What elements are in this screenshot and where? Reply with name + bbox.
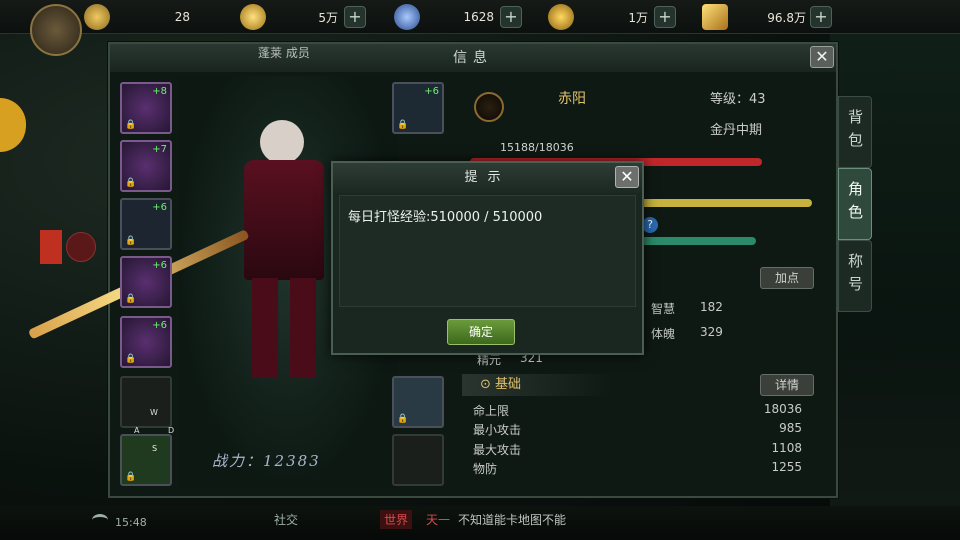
stat-label: 最大攻击 [473, 443, 522, 457]
tab-backpack[interactable]: 背包 [838, 96, 872, 168]
close-icon[interactable]: ✕ [615, 166, 639, 188]
basic-section-header: ⊙ 基础 [462, 374, 612, 396]
event-icon[interactable] [66, 232, 96, 262]
character-name: 赤阳 [558, 91, 586, 107]
resource-gold: 5万 + [240, 4, 380, 30]
resource-gold-value: 5万 [318, 10, 338, 25]
equip-slot-orb[interactable]: 🔒 [392, 376, 444, 428]
wifi-icon [92, 514, 108, 526]
character-realm: 金丹中期 [710, 123, 763, 138]
add-points-button[interactable]: 加点 [760, 267, 814, 289]
stat-label: 物防 [473, 462, 498, 476]
dpad-down-key: S [152, 444, 158, 453]
gold-coin-icon [240, 4, 266, 30]
player-avatar[interactable] [30, 4, 82, 56]
equip-slot-armor[interactable]: +7 🔒 [120, 140, 172, 192]
add-gold-button[interactable]: + [344, 6, 366, 28]
character-leg-left [252, 278, 278, 378]
lock-icon: 🔒 [125, 120, 137, 130]
guild-tag: 蓬莱 成员 [258, 46, 310, 60]
ingot-icon [84, 4, 110, 30]
resource-goldbar: 96.8万 + [702, 4, 842, 30]
dialog-title: 提示 [333, 163, 642, 193]
chat-sender[interactable]: 天一 [426, 511, 450, 528]
lock-icon: 🔒 [125, 236, 137, 246]
stat-value: 985 [779, 421, 802, 435]
stat-value: 1255 [771, 460, 802, 474]
character-model [230, 120, 340, 390]
stat-value: 18036 [763, 402, 802, 416]
jade-icon [394, 4, 420, 30]
notice-dialog: 提示 ✕ 每日打怪经验:510000 / 510000 确定 [331, 161, 644, 355]
combat-power: 战力：12383 [212, 452, 321, 470]
copper-coin-icon [548, 4, 574, 30]
resource-goldbar-value: 96.8万 [767, 10, 806, 25]
equip-slot-weapon[interactable]: +8 🔒 [120, 82, 172, 134]
stat-label: 命上限 [473, 404, 510, 418]
lock-icon: 🔒 [397, 120, 409, 130]
social-button[interactable]: 社交 [274, 511, 298, 528]
attr-physique-value: 329 [700, 325, 723, 339]
stat-value: 1108 [771, 441, 802, 455]
add-goldbar-button[interactable]: + [810, 6, 832, 28]
confirm-button[interactable]: 确定 [447, 319, 515, 345]
equip-level: +6 [424, 86, 439, 97]
tab-character[interactable]: 角色 [838, 168, 872, 240]
equip-level: +6 [152, 320, 167, 331]
character-robe [244, 160, 324, 280]
section-bullet-icon: ⊙ [480, 377, 496, 392]
resource-ingot: 28 [84, 4, 194, 30]
equip-slot-empty-right[interactable] [392, 434, 444, 486]
chat-channel-badge: 世界 [380, 510, 413, 529]
resource-jade: 1628 + [394, 4, 544, 30]
help-icon[interactable]: ? [642, 217, 658, 233]
left-hud [0, 60, 108, 480]
resource-ingot-value: 28 [174, 10, 190, 24]
stat-label: 最小攻击 [473, 423, 522, 437]
equip-slot-empty[interactable]: W A D [120, 376, 174, 435]
attr-wisdom-label: 智慧 [651, 302, 676, 316]
lock-icon: 🔒 [125, 178, 137, 188]
lock-icon: 🔒 [397, 414, 409, 424]
equip-level: +8 [152, 86, 167, 97]
resource-jade-value: 1628 [463, 10, 494, 24]
equip-slot-talisman[interactable]: S 🔒 [120, 434, 172, 486]
quest-icon[interactable] [0, 98, 26, 152]
basic-section-title: 基础 [495, 377, 522, 392]
lock-icon: 🔒 [125, 294, 137, 304]
panel-title: 信息 [110, 44, 836, 72]
lock-icon: 🔒 [125, 472, 137, 482]
dpad-up-key: W [150, 408, 158, 417]
resource-copper-value: 1万 [628, 10, 648, 25]
close-icon[interactable]: ✕ [810, 46, 834, 68]
character-leg-right [290, 278, 316, 378]
clock-time: 15:48 [115, 516, 147, 529]
tab-title[interactable]: 称号 [838, 240, 872, 312]
gold-bar-icon [702, 4, 728, 30]
lock-icon: 🔒 [125, 354, 137, 364]
attr-wisdom-value: 182 [700, 300, 723, 314]
equip-slot-helmet[interactable]: +6 🔒 [392, 82, 444, 134]
equip-level: +7 [152, 144, 167, 155]
class-sun-icon [474, 92, 504, 122]
character-head [260, 120, 304, 164]
details-button[interactable]: 详情 [760, 374, 814, 396]
hp-text: 15188/18036 [500, 141, 574, 154]
equip-level: +6 [152, 260, 167, 271]
attr-physique-label: 体魄 [651, 327, 676, 341]
dialog-body: 每日打怪经验:510000 / 510000 [339, 195, 636, 307]
resource-copper: 1万 + [548, 4, 698, 30]
equip-slot-boots[interactable]: +6 🔒 [120, 316, 172, 368]
equip-slot-ring[interactable]: +6 🔒 [120, 198, 172, 250]
dialog-message: 每日打怪经验:510000 / 510000 [348, 210, 543, 225]
add-jade-button[interactable]: + [500, 6, 522, 28]
add-copper-button[interactable]: + [654, 6, 676, 28]
character-level: 等级：43 [710, 92, 766, 107]
equip-level: +6 [152, 202, 167, 213]
chat-message: 不知道能卡地图不能 [458, 513, 567, 527]
equip-slot-belt[interactable]: +6 🔒 [120, 256, 172, 308]
activity-icon[interactable] [40, 230, 62, 264]
